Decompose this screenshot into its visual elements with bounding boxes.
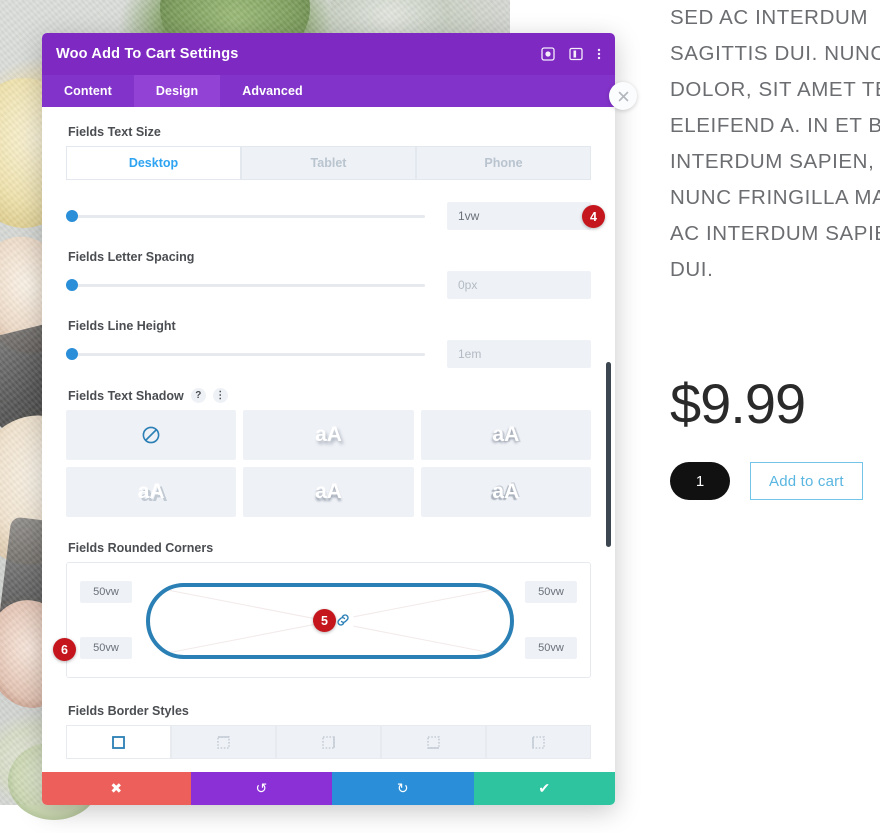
device-tab-tablet[interactable]: Tablet: [241, 146, 416, 180]
aa-glyph: aA: [315, 423, 342, 447]
product-description: SED AC INTERDUM SAGITTIS DUI. NUNC FRING…: [670, 0, 880, 288]
label-fields-text-size: Fields Text Size: [68, 125, 591, 139]
text-size-slider[interactable]: [66, 214, 425, 219]
step-badge-6: 6: [53, 638, 76, 661]
modal-action-bar: ✖ ↺ ↻ ✔: [42, 772, 615, 805]
tab-advanced[interactable]: Advanced: [220, 75, 325, 107]
aa-glyph: aA: [315, 480, 342, 504]
add-to-cart-row: 1 Add to cart: [670, 462, 880, 500]
slider-knob[interactable]: [66, 210, 78, 222]
text-size-value[interactable]: 1vw: [447, 202, 591, 230]
layout-panel-icon[interactable]: [569, 47, 583, 61]
cancel-button[interactable]: ✖: [42, 772, 191, 805]
text-shadow-bottom-option[interactable]: aA: [243, 467, 413, 517]
close-icon[interactable]: [609, 82, 637, 110]
modal-header: Woo Add To Cart Settings: [42, 33, 615, 75]
corner-bottom-left-input[interactable]: 50vw: [80, 637, 132, 659]
text-shadow-double-option[interactable]: aA: [421, 467, 591, 517]
border-all-option[interactable]: [66, 725, 171, 759]
label-fields-border-styles: Fields Border Styles: [68, 704, 591, 718]
aa-glyph: aA: [492, 480, 519, 504]
device-tab-phone[interactable]: Phone: [416, 146, 591, 180]
device-tab-desktop[interactable]: Desktop: [66, 146, 241, 180]
corner-top-right-input[interactable]: 50vw: [525, 581, 577, 603]
label-text: Fields Letter Spacing: [68, 250, 194, 264]
border-right-option[interactable]: [276, 725, 381, 759]
label-text: Fields Border Styles: [68, 704, 189, 718]
modal-title: Woo Add To Cart Settings: [56, 46, 239, 62]
redo-button[interactable]: ↻: [332, 772, 473, 805]
kebab-menu-icon[interactable]: ⋮: [213, 388, 228, 403]
tab-content[interactable]: Content: [42, 75, 134, 107]
modal-header-icons: [541, 47, 601, 61]
label-text: Fields Rounded Corners: [68, 541, 213, 555]
border-left-option[interactable]: [486, 725, 591, 759]
modal-tab-bar: Content Design Advanced: [42, 75, 615, 107]
label-fields-letter-spacing: Fields Letter Spacing: [68, 250, 591, 264]
slider-knob[interactable]: [66, 348, 78, 360]
text-shadow-top-left-option[interactable]: aA: [421, 410, 591, 460]
desc-line: NUNC FRINGILLA MATTIS DUI: [670, 180, 880, 216]
desc-line: SAGITTIS DUI. NUNC FRINGILLA: [670, 36, 880, 72]
letter-spacing-slider-row: 0px: [66, 271, 591, 299]
kebab-menu-icon[interactable]: [597, 47, 601, 61]
text-shadow-hard-offset-option[interactable]: aA: [66, 467, 236, 517]
line-height-slider[interactable]: [66, 352, 425, 357]
modal-body: Fields Text Size Desktop Tablet Phone 1v…: [42, 107, 615, 765]
settings-scroll-content: Fields Text Size Desktop Tablet Phone 1v…: [42, 107, 615, 765]
target-icon[interactable]: [541, 47, 555, 61]
add-to-cart-button[interactable]: Add to cart: [750, 462, 863, 500]
line-height-slider-row: 1em: [66, 340, 591, 368]
text-shadow-options: aA aA aA aA aA: [66, 410, 591, 517]
aa-glyph: aA: [492, 423, 519, 447]
help-icon[interactable]: ?: [191, 388, 206, 403]
desc-line: DUI.: [670, 252, 880, 288]
desc-line: DOLOR, SIT AMET TEMPUS: [670, 72, 880, 108]
border-bottom-option[interactable]: [381, 725, 486, 759]
label-fields-line-height: Fields Line Height: [68, 319, 591, 333]
letter-spacing-value[interactable]: 0px: [447, 271, 591, 299]
desc-line: AC INTERDUM SAPIEN, ET: [670, 216, 880, 252]
label-fields-text-shadow: Fields Text Shadow ? ⋮: [68, 388, 591, 403]
label-text: Fields Line Height: [68, 319, 176, 333]
settings-modal: Woo Add To Cart Settings: [42, 33, 615, 805]
text-size-slider-row: 1vw 4: [66, 202, 591, 230]
save-button[interactable]: ✔: [474, 772, 615, 805]
slider-track: [66, 284, 425, 287]
text-shadow-none-option[interactable]: [66, 410, 236, 460]
corner-bottom-right-input[interactable]: 50vw: [525, 637, 577, 659]
slider-knob[interactable]: [66, 279, 78, 291]
aa-glyph: aA: [138, 480, 165, 504]
undo-button[interactable]: ↺: [191, 772, 332, 805]
border-top-option[interactable]: [171, 725, 276, 759]
product-panel: SED AC INTERDUM SAGITTIS DUI. NUNC FRING…: [670, 0, 880, 500]
label-text: Fields Text Size: [68, 125, 161, 139]
text-shadow-soft-right-option[interactable]: aA: [243, 410, 413, 460]
label-fields-rounded-corners: Fields Rounded Corners: [68, 541, 591, 555]
rounded-corners-widget: 50vw 50vw 50vw 50vw 5 6: [66, 562, 591, 678]
line-height-value[interactable]: 1em: [447, 340, 591, 368]
tab-design[interactable]: Design: [134, 75, 220, 107]
desc-line: SED AC INTERDUM: [670, 0, 880, 36]
quantity-input[interactable]: 1: [670, 462, 730, 500]
corner-top-left-input[interactable]: 50vw: [80, 581, 132, 603]
slider-track: [66, 215, 425, 218]
device-tab-group: Desktop Tablet Phone: [66, 146, 591, 180]
label-text: Fields Text Shadow: [68, 389, 184, 403]
step-badge-5: 5: [313, 609, 336, 632]
scrollbar-thumb[interactable]: [606, 362, 611, 547]
border-style-options: [66, 725, 591, 759]
desc-line: ELEIFEND A. IN ET BIBENDUM: [670, 108, 880, 144]
letter-spacing-slider[interactable]: [66, 283, 425, 288]
desc-line: INTERDUM SAPIEN, ET SED: [670, 144, 880, 180]
slider-track: [66, 353, 425, 356]
step-badge-4: 4: [582, 205, 605, 228]
product-price: $9.99: [670, 376, 880, 432]
